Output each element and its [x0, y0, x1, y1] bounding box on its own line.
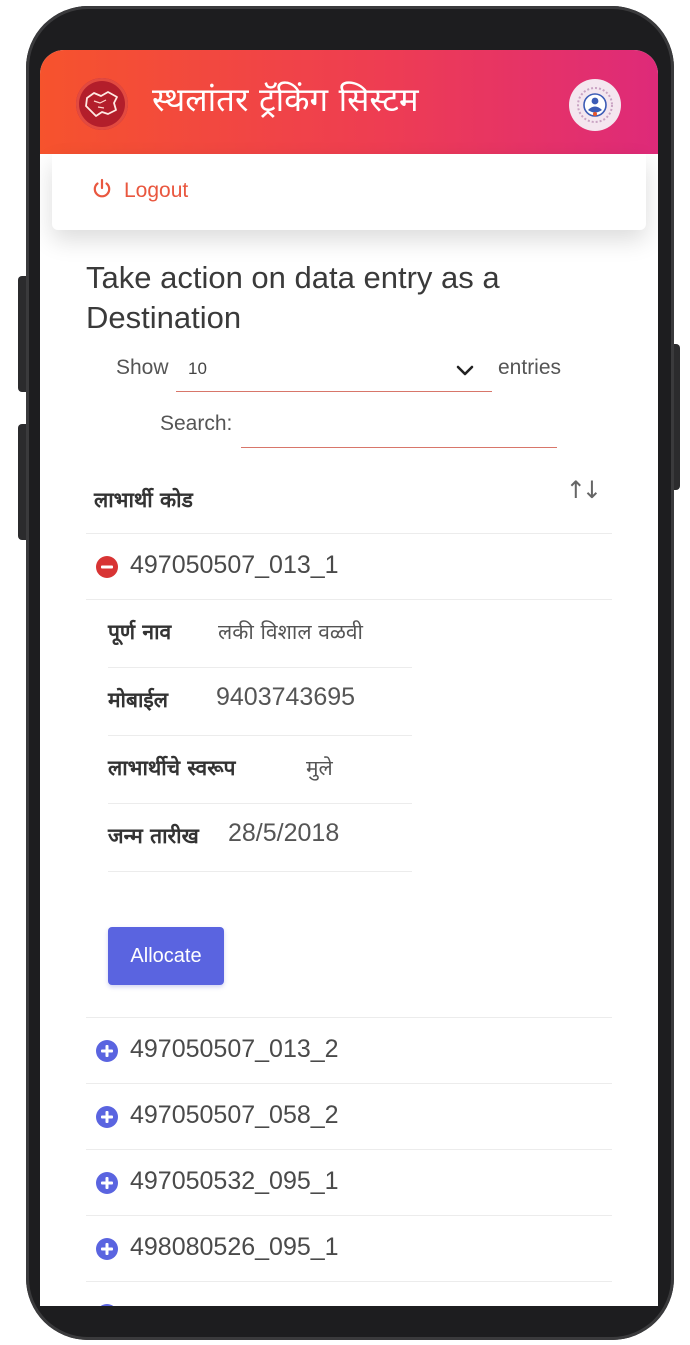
collapse-row-icon[interactable]: [96, 556, 118, 578]
detail-label: मोबाईल: [108, 688, 168, 712]
expand-row-icon[interactable]: [96, 1304, 118, 1306]
chevron-down-icon: [456, 362, 474, 381]
maharashtra-map-icon: [76, 78, 128, 130]
show-label: Show: [116, 356, 169, 379]
detail-value: 9403743695: [216, 683, 356, 711]
table-row[interactable]: [86, 1282, 612, 1306]
row-code: 497050507_013_1: [130, 551, 339, 579]
app-header: स्थलांतर ट्रॅकिंग सिस्टम: [40, 50, 658, 154]
detail-value: 28/5/2018: [228, 819, 340, 847]
expand-row-icon[interactable]: [96, 1040, 118, 1062]
row-code: 497050507_058_2: [130, 1101, 339, 1129]
allocate-button[interactable]: Allocate: [108, 927, 224, 985]
detail-row-beneficiary-type: लाभार्थीचे स्वरूप मुले: [108, 736, 412, 804]
search-input[interactable]: [241, 406, 557, 448]
table-row[interactable]: 497050507_013_1: [86, 534, 612, 600]
entries-per-page-select[interactable]: 10: [176, 350, 492, 392]
detail-label: पूर्ण नाव: [108, 620, 172, 644]
table-row[interactable]: 497050507_013_2: [86, 1018, 612, 1084]
table-row[interactable]: 497050532_095_1: [86, 1150, 612, 1216]
expand-row-icon[interactable]: [96, 1106, 118, 1128]
row-code: 497050532_095_1: [130, 1167, 339, 1195]
detail-label: जन्म तारीख: [108, 824, 199, 848]
expand-row-icon[interactable]: [96, 1172, 118, 1194]
logout-link[interactable]: Logout: [92, 178, 188, 204]
app-title: स्थलांतर ट्रॅकिंग सिस्टम: [152, 80, 419, 119]
table-row[interactable]: 497050507_058_2: [86, 1084, 612, 1150]
column-header-beneficiary-code[interactable]: लाभार्थी कोड ↑↓: [86, 476, 612, 534]
detail-value: लकी विशाल वळवी: [218, 620, 363, 644]
detail-value: मुले: [306, 756, 333, 780]
detail-row-full-name: पूर्ण नाव लकी विशाल वळवी: [108, 600, 412, 668]
row-code: 497050507_013_2: [130, 1035, 339, 1063]
column-header-label: लाभार्थी कोड: [94, 488, 193, 512]
emblem-icon: [569, 79, 621, 131]
row-code: 498080526_095_1: [130, 1233, 339, 1261]
search-label: Search:: [160, 412, 233, 435]
app-screen: स्थलांतर ट्रॅकिंग सिस्टम Logout Take act…: [40, 50, 658, 1306]
detail-row-mobile: मोबाईल 9403743695: [108, 668, 412, 736]
power-icon: [92, 178, 112, 204]
sort-arrows-icon: ↑↓: [565, 476, 602, 504]
logout-bar: Logout: [52, 154, 646, 230]
logout-label: Logout: [124, 179, 189, 202]
expand-row-icon[interactable]: [96, 1238, 118, 1260]
page-title: Take action on data entry as a Destinati…: [86, 260, 500, 335]
detail-row-birth-date: जन्म तारीख 28/5/2018: [108, 804, 412, 872]
entries-selected-value: 10: [188, 359, 207, 378]
entries-label: entries: [498, 356, 562, 379]
detail-label: लाभार्थीचे स्वरूप: [108, 756, 236, 780]
table-row[interactable]: 498080526_095_1: [86, 1216, 612, 1282]
